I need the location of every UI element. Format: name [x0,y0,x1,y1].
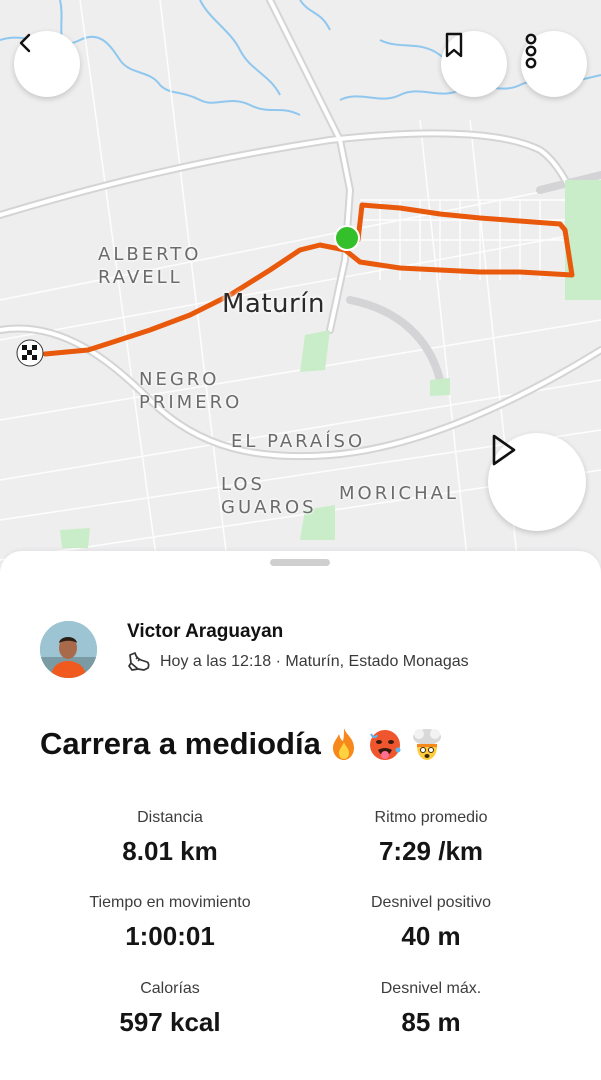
neighborhood-line: PRIMERO [139,392,243,413]
neighborhood-negro-primero: NEGRO PRIMERO [139,368,242,414]
stat-label: Ritmo promedio [374,809,488,826]
stat-distance: Distancia 8.01 km [50,808,290,866]
neighborhood-alberto-ravell: ALBERTO RAVELL [98,243,201,289]
stat-value: 8.01 km [122,836,218,866]
start-marker [334,225,360,251]
bookmark-icon [445,32,463,58]
activity-title-text: Carrera a mediodía [40,726,321,761]
neighborhood-line: RAVELL [98,267,183,288]
more-options-button[interactable] [521,31,587,97]
stat-label: Desnivel positivo [370,894,492,911]
activity-sheet: Victor Araguayan Hoy a las 12:18 · Matur… [0,551,601,1080]
save-route-button[interactable] [441,31,507,97]
chevron-left-icon [19,33,31,53]
shoe-icon [128,652,150,671]
avatar-image [40,621,97,678]
stat-value: 1:00:01 [125,921,215,951]
stat-moving-time: Tiempo en movimiento 1:00:01 [50,893,290,951]
stat-value: 597 kcal [119,1007,221,1037]
activity-meta-text: Hoy a las 12:18 · Maturín, Estado Monaga… [160,653,469,670]
back-button[interactable] [14,31,80,97]
hot-face-icon [369,730,401,760]
stat-value: 85 m [401,1007,461,1037]
activity-title: Carrera a mediodía [40,726,445,762]
stat-calories: Calorías 597 kcal [50,979,290,1037]
stat-elevation-gain: Desnivel positivo 40 m [311,893,551,951]
play-icon [492,434,516,466]
drag-handle[interactable] [270,559,330,566]
neighborhood-el-paraiso: EL PARAÍSO [231,431,366,452]
avatar[interactable] [40,621,97,678]
stat-label: Tiempo en movimiento [89,894,251,911]
stat-max-elevation: Desnivel máx. 85 m [311,979,551,1037]
stat-value: 7:29 /km [378,836,484,866]
route-map[interactable]: ALBERTO RAVELL NEGRO PRIMERO EL PARAÍSO … [0,0,601,585]
finish-marker [16,339,44,367]
neighborhood-line: LOS [221,474,265,495]
neighborhood-line: ALBERTO [98,244,202,265]
fire-icon [332,728,354,760]
neighborhood-los-guaros: LOS GUAROS [221,473,317,519]
athlete-name[interactable]: Victor Araguayan [127,621,283,643]
neighborhood-line: NEGRO [139,369,220,390]
play-flyover-button[interactable] [488,433,586,531]
stat-avg-pace: Ritmo promedio 7:29 /km [311,808,551,866]
neighborhood-morichal: MORICHAL [339,483,459,504]
activity-meta: Hoy a las 12:18 · Maturín, Estado Monaga… [127,651,469,673]
stat-label: Distancia [137,809,203,826]
neighborhood-line: GUAROS [221,497,317,518]
exploding-head-icon [412,729,441,760]
stat-label: Calorías [140,980,200,997]
stat-value: 40 m [401,921,461,951]
stat-label: Desnivel máx. [380,980,482,997]
city-label: Maturín [222,289,325,319]
more-vertical-icon [525,33,537,69]
